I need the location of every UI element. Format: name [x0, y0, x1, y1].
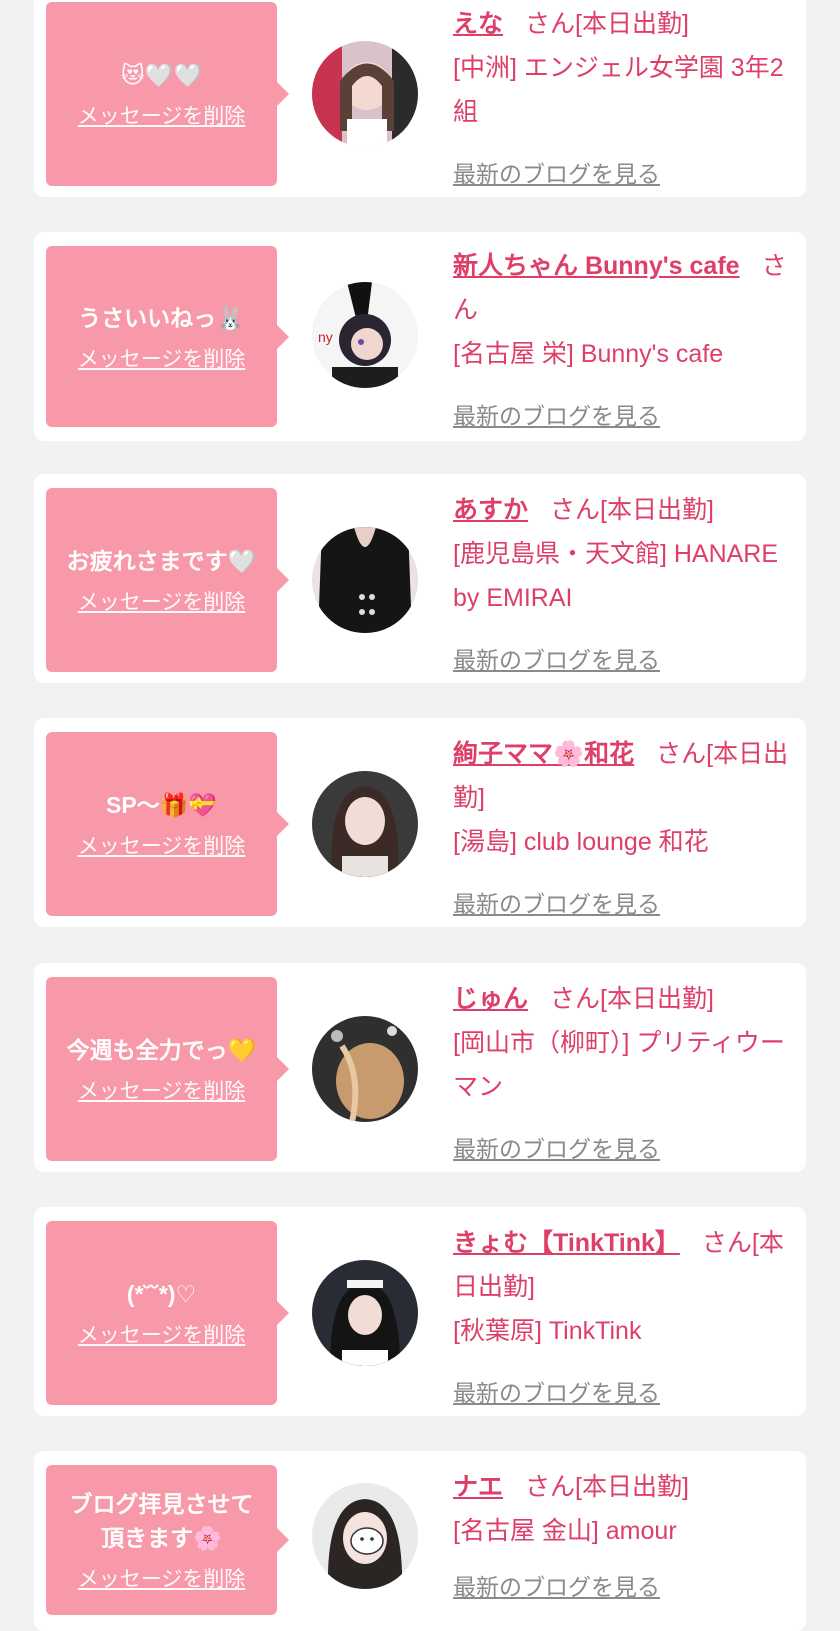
girl-name-link[interactable]: 新人ちゃん Bunny's cafe — [453, 252, 740, 280]
status-text: さん[本日出勤] — [550, 985, 714, 1013]
message-text: 今週も全力でっ💛 — [66, 1037, 257, 1063]
message-card: SP〜🎁💝 メッセージを削除 絢子ママ🌸和花 さん[本日出勤] [湯島] club… — [34, 718, 806, 927]
latest-blog-link[interactable]: 最新のブログを見る — [453, 1371, 660, 1415]
info-block: あすか さん[本日出勤] [鹿児島県・天文館] HANARE by EMIRAI … — [453, 488, 793, 673]
message-bubble: うさいいねっ🐰 メッセージを削除 — [46, 246, 289, 427]
info-block: じゅん さん[本日出勤] [岡山市（柳町）] プリティウーマン 最新のブログを見る — [453, 977, 793, 1162]
girl-name-link[interactable]: あすか — [453, 496, 528, 524]
delete-message-link[interactable]: メッセージを削除 — [78, 1075, 246, 1105]
message-text: ブログ拝見させて頂きます🌸 — [69, 1491, 254, 1551]
girl-name-link[interactable]: じゅん — [453, 985, 528, 1013]
avatar[interactable]: ny — [312, 282, 418, 388]
message-bubble: (*˘˘*)♡ メッセージを削除 — [46, 1221, 289, 1405]
shop-text: [岡山市（柳町）] プリティウーマン — [453, 1029, 785, 1101]
delete-message-link[interactable]: メッセージを削除 — [78, 1563, 246, 1593]
delete-message-link[interactable]: メッセージを削除 — [78, 586, 246, 616]
avatar[interactable] — [312, 1260, 418, 1366]
shop-text: [鹿児島県・天文館] HANARE by EMIRAI — [453, 540, 779, 612]
avatar[interactable] — [312, 1483, 418, 1589]
message-text: うさいいねっ🐰 — [78, 304, 245, 331]
message-bubble: お疲れさまです🤍 メッセージを削除 — [46, 488, 289, 672]
message-text: (*˘˘*)♡ — [126, 1281, 197, 1307]
delete-message-link[interactable]: メッセージを削除 — [78, 100, 246, 130]
girl-name-link[interactable]: えな — [453, 10, 503, 38]
info-block: ナエ さん[本日出勤] [名古屋 金山] amour 最新のブログを見る — [453, 1465, 793, 1600]
message-bubble: 😻🤍🤍 メッセージを削除 — [46, 2, 289, 186]
message-text: お疲れさまです🤍 — [66, 548, 257, 574]
girl-name-link[interactable]: きょむ【TinkTink】 — [453, 1229, 680, 1257]
message-card: うさいいねっ🐰 メッセージを削除 ny 新人ちゃん Bunny's cafe さん… — [34, 232, 806, 441]
message-card: ブログ拝見させて頂きます🌸 メッセージを削除 ナエ さん[本日出勤] [名古屋 金… — [34, 1451, 806, 1631]
message-card: (*˘˘*)♡ メッセージを削除 きょむ【TinkTink】 さん[本日出勤] [… — [34, 1207, 806, 1416]
status-text: さん[本日出勤] — [525, 1473, 689, 1501]
shop-text: [名古屋 栄] Bunny's cafe — [453, 340, 724, 368]
latest-blog-link[interactable]: 最新のブログを見る — [453, 638, 660, 682]
delete-message-link[interactable]: メッセージを削除 — [78, 830, 246, 860]
shop-text: [名古屋 金山] amour — [453, 1517, 677, 1545]
status-text: さん[本日出勤] — [525, 10, 689, 38]
latest-blog-link[interactable]: 最新のブログを見る — [453, 1565, 660, 1609]
latest-blog-link[interactable]: 最新のブログを見る — [453, 882, 660, 926]
latest-blog-link[interactable]: 最新のブログを見る — [453, 152, 660, 196]
message-card: 今週も全力でっ💛 メッセージを削除 じゅん さん[本日出勤] [岡山市（柳町）] … — [34, 963, 806, 1172]
shop-text: [中洲] エンジェル女学園 3年2組 — [453, 54, 784, 126]
info-block: 新人ちゃん Bunny's cafe さん [名古屋 栄] Bunny's caf… — [453, 244, 793, 429]
message-card: 😻🤍🤍 メッセージを削除 えな さん[本日出勤] [中洲] エンジェル女学園 3年… — [34, 0, 806, 197]
avatar[interactable] — [312, 1016, 418, 1122]
delete-message-link[interactable]: メッセージを削除 — [78, 343, 246, 373]
shop-text: [湯島] club lounge 和花 — [453, 828, 709, 856]
girl-name-link[interactable]: 絢子ママ🌸和花 — [453, 740, 634, 768]
avatar[interactable] — [312, 771, 418, 877]
avatar[interactable] — [312, 527, 418, 633]
info-block: えな さん[本日出勤] [中洲] エンジェル女学園 3年2組 最新のブログを見る — [453, 2, 793, 187]
delete-message-link[interactable]: メッセージを削除 — [78, 1319, 246, 1349]
status-text: さん[本日出勤] — [550, 496, 714, 524]
girl-name-link[interactable]: ナエ — [453, 1473, 503, 1501]
info-block: 絢子ママ🌸和花 さん[本日出勤] [湯島] club lounge 和花 最新のブ… — [453, 732, 793, 917]
message-bubble: 今週も全力でっ💛 メッセージを削除 — [46, 977, 289, 1161]
latest-blog-link[interactable]: 最新のブログを見る — [453, 394, 660, 438]
message-card: お疲れさまです🤍 メッセージを削除 あすか さん[本日出勤] [鹿児島県・天文館]… — [34, 474, 806, 683]
svg-text:ny: ny — [318, 329, 333, 345]
info-block: きょむ【TinkTink】 さん[本日出勤] [秋葉原] TinkTink 最新の… — [453, 1221, 793, 1406]
message-text: SP〜🎁💝 — [106, 792, 217, 818]
message-text: 😻🤍🤍 — [120, 62, 203, 88]
shop-text: [秋葉原] TinkTink — [453, 1317, 642, 1345]
avatar[interactable] — [312, 41, 418, 147]
latest-blog-link[interactable]: 最新のブログを見る — [453, 1127, 660, 1171]
message-bubble: ブログ拝見させて頂きます🌸 メッセージを削除 — [46, 1465, 289, 1615]
message-bubble: SP〜🎁💝 メッセージを削除 — [46, 732, 289, 916]
